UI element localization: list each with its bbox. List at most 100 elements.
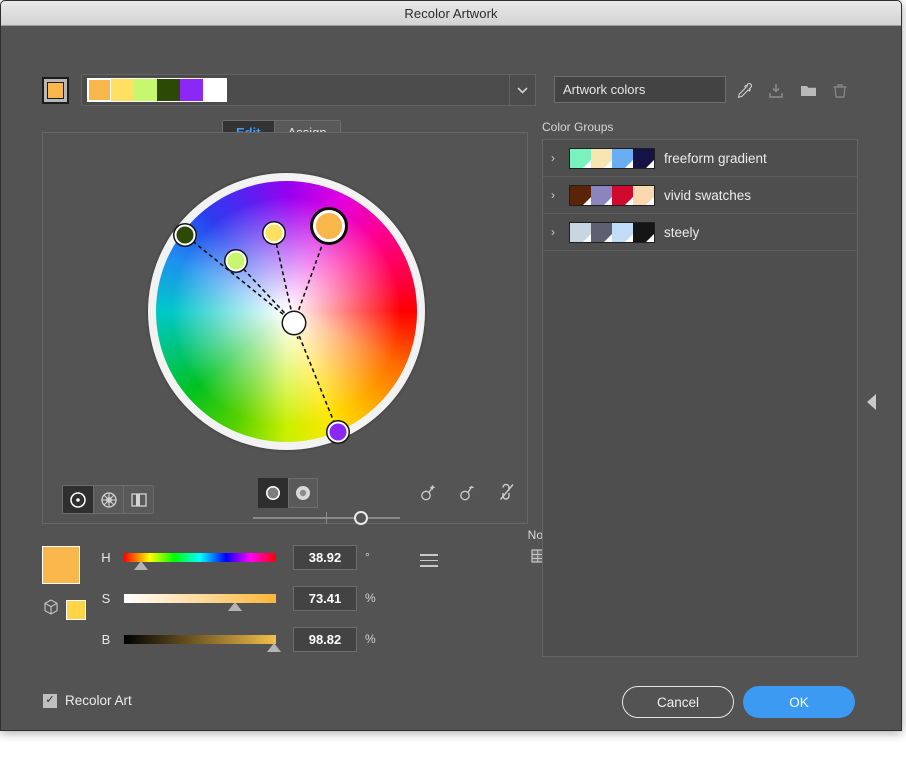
segmented-color-wheel-icon[interactable] bbox=[93, 486, 123, 513]
brightness-slider-label: B bbox=[98, 632, 114, 647]
color-group-swatches[interactable] bbox=[569, 185, 655, 206]
color-group-swatch[interactable] bbox=[633, 223, 654, 242]
saturation-slider[interactable] bbox=[124, 594, 276, 603]
color-group-swatch[interactable] bbox=[612, 149, 633, 168]
chevron-right-icon[interactable]: › bbox=[551, 151, 569, 165]
dialog-title: Recolor Artwork bbox=[404, 6, 497, 21]
marker-light-green[interactable] bbox=[226, 251, 247, 272]
global-color-cube-icon bbox=[42, 598, 60, 621]
hue-slider-unit: ° bbox=[365, 550, 377, 564]
hue-slider[interactable] bbox=[124, 553, 276, 562]
wheel-display-mode-group[interactable] bbox=[258, 478, 318, 508]
color-group-name: freeform gradient bbox=[664, 151, 767, 166]
wheel-tools bbox=[418, 481, 518, 503]
dialog-footer: ✓ Recolor Art Cancel OK bbox=[1, 671, 901, 731]
saturation-slider-unit: % bbox=[365, 591, 377, 605]
color-bars-icon[interactable] bbox=[123, 486, 153, 513]
color-group-swatch[interactable] bbox=[633, 186, 654, 205]
color-wheel[interactable] bbox=[156, 181, 417, 442]
hue-slider-thumb[interactable] bbox=[134, 561, 148, 570]
color-group-actions bbox=[734, 78, 858, 104]
add-color-icon[interactable] bbox=[418, 481, 440, 503]
color-group-swatches[interactable] bbox=[569, 148, 655, 169]
brightness-slider-thumb[interactable] bbox=[267, 643, 281, 652]
brightness-slider-track bbox=[124, 635, 276, 644]
eyedropper-icon[interactable] bbox=[734, 80, 754, 102]
color-group-swatch[interactable] bbox=[591, 186, 612, 205]
marker-orange[interactable] bbox=[313, 210, 345, 242]
color-group-swatches[interactable] bbox=[569, 222, 655, 243]
show-saturation-brightness-icon[interactable] bbox=[258, 478, 288, 508]
color-groups-list[interactable]: › freeform gradient › vivid swatches › steely bbox=[542, 139, 858, 657]
color-group-swatch[interactable] bbox=[633, 149, 654, 168]
swatch-purple[interactable] bbox=[180, 79, 203, 101]
color-wheel-panel bbox=[42, 132, 528, 524]
color-group-row[interactable]: › vivid swatches bbox=[543, 177, 857, 214]
chevron-down-icon[interactable] bbox=[509, 75, 535, 105]
saturation-slider-row: S 73.41% bbox=[98, 585, 377, 611]
chevron-right-icon[interactable]: › bbox=[551, 188, 569, 202]
collapse-panel-arrow-icon[interactable] bbox=[867, 394, 876, 410]
brightness-slider-unit: % bbox=[365, 632, 377, 646]
save-swatch-icon bbox=[766, 80, 786, 102]
slider-center-tick bbox=[326, 512, 327, 524]
remove-color-icon[interactable] bbox=[457, 481, 479, 503]
hue-slider-input[interactable]: 38.92 bbox=[293, 545, 357, 570]
recolor-art-checkbox[interactable]: ✓ bbox=[43, 694, 57, 708]
saturation-slider-label: S bbox=[98, 591, 114, 606]
swatch-orange[interactable] bbox=[88, 79, 111, 101]
marker-dark-green[interactable] bbox=[175, 225, 196, 246]
swatch-white[interactable] bbox=[203, 79, 226, 101]
cancel-button[interactable]: Cancel bbox=[622, 686, 734, 718]
color-group-row[interactable]: › freeform gradient bbox=[543, 140, 857, 177]
delete-icon bbox=[830, 80, 850, 102]
saturation-slider-input[interactable]: 73.41 bbox=[293, 586, 357, 611]
color-group-swatch[interactable] bbox=[570, 149, 591, 168]
ok-button[interactable]: OK bbox=[743, 686, 855, 718]
unlink-harmony-colors-icon[interactable] bbox=[496, 481, 518, 503]
color-group-name: steely bbox=[664, 225, 699, 240]
color-group-name: vivid swatches bbox=[664, 188, 751, 203]
global-color-swatch[interactable] bbox=[66, 600, 86, 620]
brightness-slider[interactable] bbox=[124, 635, 276, 644]
color-groups-title: Color Groups bbox=[542, 120, 858, 134]
color-group-swatch[interactable] bbox=[612, 223, 633, 242]
color-groups-panel: Color Groups › freeform gradient › vivid sw… bbox=[542, 120, 858, 660]
marker-yellow[interactable] bbox=[264, 223, 285, 244]
hue-slider-row: H 38.92 ° bbox=[98, 544, 377, 570]
swatch-dark-green[interactable] bbox=[157, 79, 180, 101]
color-group-swatch[interactable] bbox=[570, 223, 591, 242]
hsb-controls: H38.92°S73.41%B98.82% None bbox=[42, 536, 532, 666]
saturation-slider-thumb[interactable] bbox=[228, 602, 242, 611]
color-swatch-strip[interactable] bbox=[87, 78, 227, 102]
color-group-swatch[interactable] bbox=[570, 186, 591, 205]
recolor-art-checkbox-row[interactable]: ✓ Recolor Art bbox=[43, 693, 132, 708]
global-color-row bbox=[42, 598, 86, 621]
swatch-light-green[interactable] bbox=[134, 79, 157, 101]
wheel-view-mode-group[interactable] bbox=[62, 485, 154, 514]
slider-knob[interactable] bbox=[354, 511, 368, 525]
new-color-group-icon[interactable] bbox=[798, 80, 818, 102]
color-mode-menu-icon[interactable] bbox=[420, 554, 438, 571]
dialog-body: Artwork colors bbox=[1, 26, 901, 731]
color-preview-swatch[interactable] bbox=[42, 546, 80, 584]
color-group-swatch[interactable] bbox=[591, 223, 612, 242]
color-swatch-bar[interactable] bbox=[81, 74, 536, 106]
wheel-brightness-slider[interactable] bbox=[253, 511, 400, 525]
wheel-toolbar bbox=[43, 473, 527, 523]
active-color-swatch[interactable] bbox=[42, 77, 69, 104]
color-group-row[interactable]: › steely bbox=[543, 214, 857, 251]
color-wheel-container[interactable] bbox=[148, 173, 425, 450]
color-group-swatch[interactable] bbox=[591, 149, 612, 168]
chevron-right-icon[interactable]: › bbox=[551, 225, 569, 239]
swatch-yellow[interactable] bbox=[111, 79, 134, 101]
top-toolbar: Artwork colors bbox=[1, 26, 901, 88]
brightness-slider-input[interactable]: 98.82 bbox=[293, 627, 357, 652]
group-name-input[interactable]: Artwork colors bbox=[554, 76, 726, 103]
color-group-swatch[interactable] bbox=[612, 186, 633, 205]
marker-white-base[interactable] bbox=[283, 312, 305, 334]
smooth-color-wheel-icon[interactable] bbox=[63, 486, 93, 513]
hue-slider-label: H bbox=[98, 550, 114, 565]
marker-purple[interactable] bbox=[328, 422, 349, 443]
show-brightness-hue-icon[interactable] bbox=[288, 478, 318, 508]
